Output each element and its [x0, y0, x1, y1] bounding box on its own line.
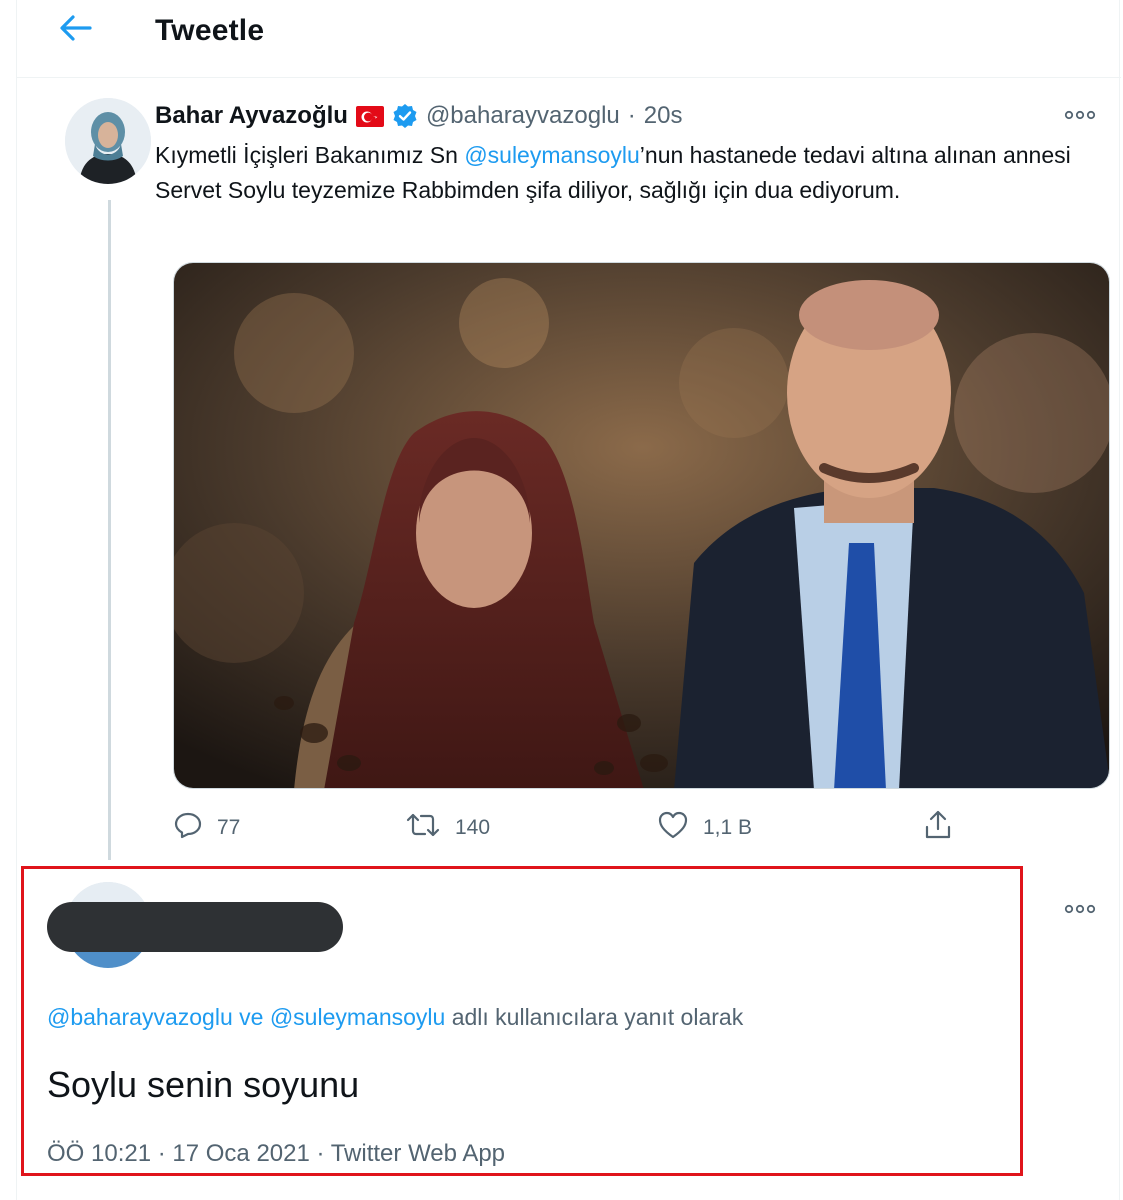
more-horizontal-icon [1064, 107, 1096, 125]
author-handle[interactable]: @baharayvazoglu [426, 102, 620, 130]
tweet-page: Tweetle Bahar Ayvazoğlu @baharayvazoglu … [16, 0, 1121, 1200]
share-button[interactable] [923, 808, 953, 848]
separator-dot: · [627, 102, 636, 129]
tweet-more-button[interactable] [1060, 104, 1100, 128]
retweet-button[interactable]: 140 [405, 808, 490, 848]
author-name[interactable]: Bahar Ayvazoğlu [155, 102, 348, 130]
tweet-text-part: Kıymetli İçişleri Bakanımız Sn [155, 142, 465, 168]
back-button[interactable] [51, 10, 101, 50]
tweet-actions: 77 140 1,1 B [173, 808, 973, 848]
avatar[interactable] [65, 98, 151, 184]
tweet-photo[interactable] [173, 262, 1110, 789]
tweet-author-row: Bahar Ayvazoğlu @baharayvazoglu · 20s [155, 98, 682, 134]
reply-count: 77 [217, 816, 241, 839]
like-count: 1,1 B [703, 816, 753, 839]
heart-icon [657, 810, 689, 846]
arrow-left-icon [59, 14, 93, 47]
highlight-box [21, 866, 1023, 1176]
retweet-count: 140 [455, 816, 491, 839]
more-horizontal-icon [1064, 901, 1096, 919]
reply-button[interactable]: 77 [173, 808, 240, 848]
retweet-icon [405, 810, 441, 846]
like-button[interactable]: 1,1 B [657, 808, 752, 848]
verified-badge-icon [392, 103, 418, 129]
reply-icon [173, 810, 203, 846]
turkey-flag-icon [355, 106, 384, 127]
share-icon [923, 809, 953, 847]
tweet-text: Kıymetli İçişleri Bakanımız Sn @suleyman… [155, 138, 1105, 208]
reply-more-button[interactable] [1060, 898, 1100, 922]
page-title: Tweetle [155, 14, 265, 47]
page-header: Tweetle [17, 0, 1121, 78]
mention-link[interactable]: @suleymansoylu [464, 142, 639, 168]
thread-line [108, 200, 111, 860]
tweet-time[interactable]: 20s [644, 102, 683, 130]
